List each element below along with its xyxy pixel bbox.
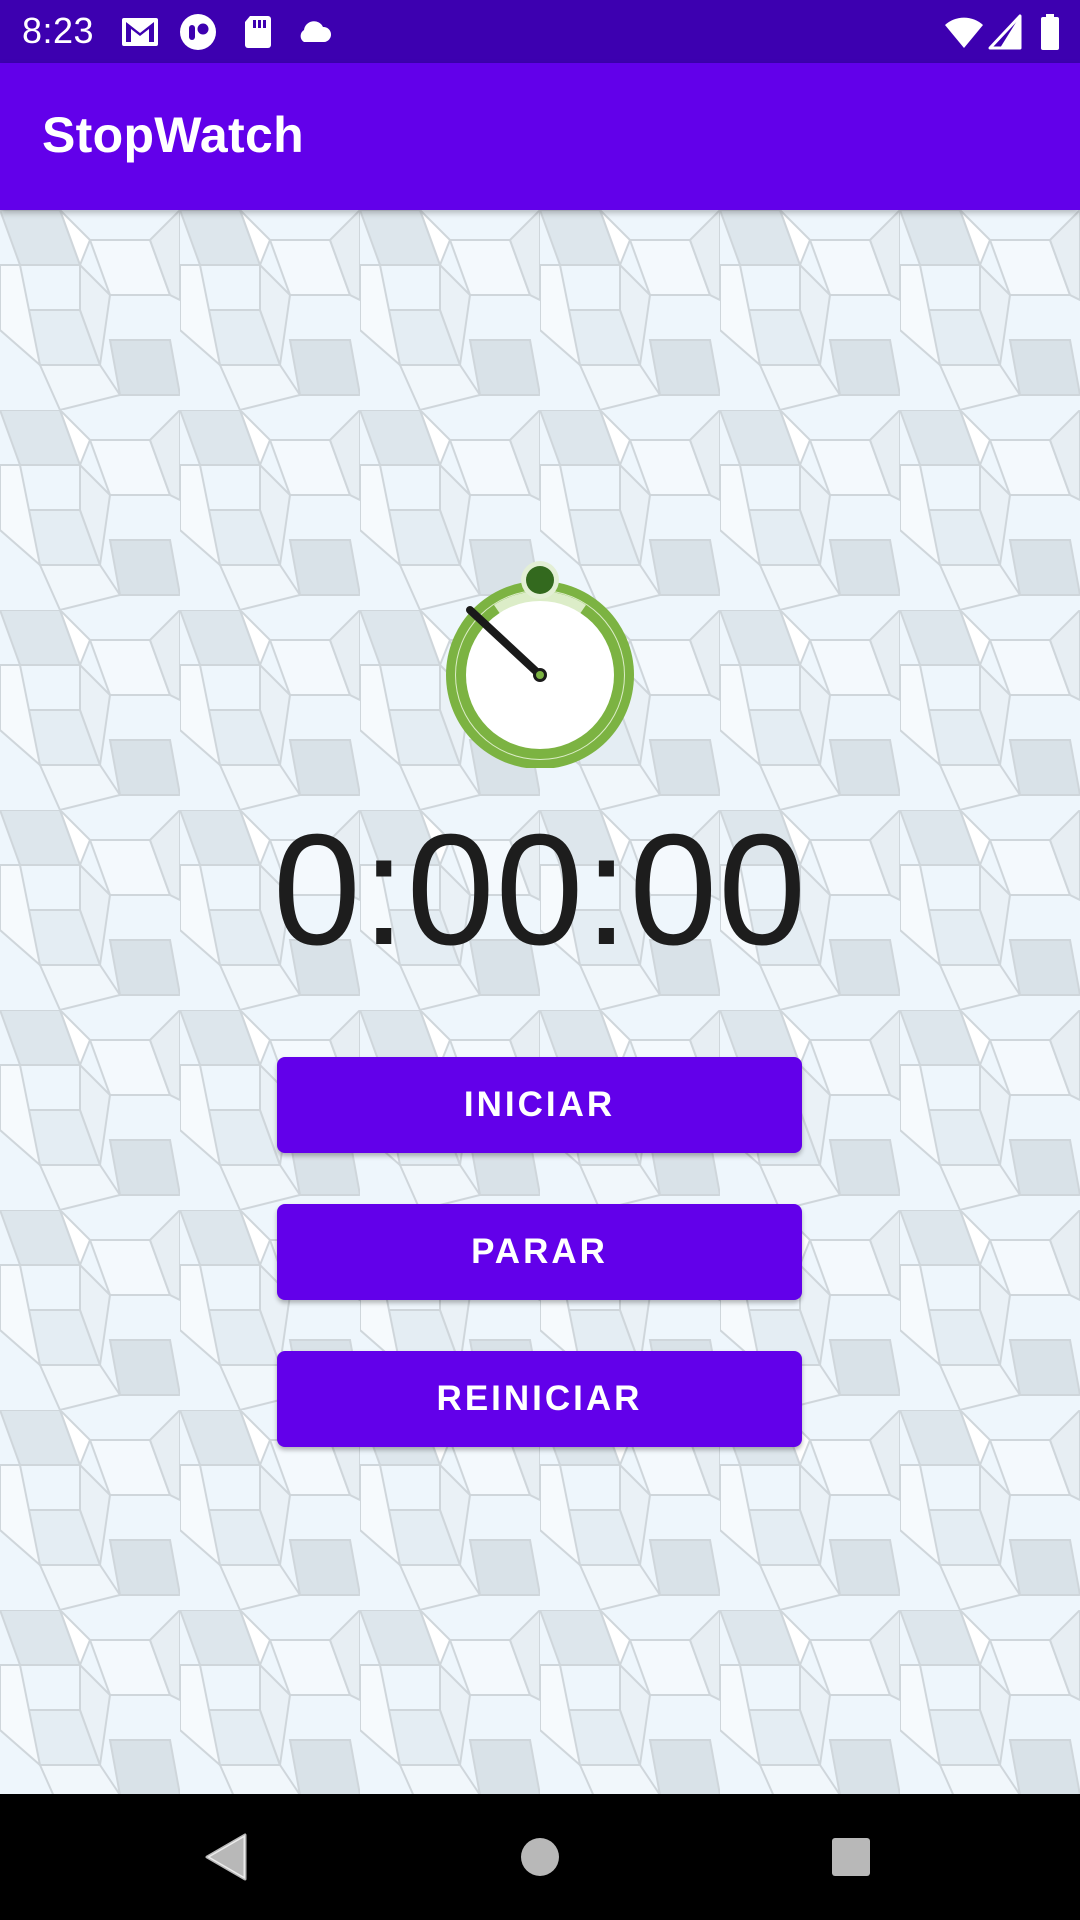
gmail-icon bbox=[122, 18, 158, 46]
back-icon[interactable] bbox=[185, 1817, 265, 1897]
navigation-bar bbox=[0, 1794, 1080, 1920]
stop-button[interactable]: PARAR bbox=[277, 1204, 802, 1300]
main-content: 0:00:00 INICIAR PARAR REINICIAR bbox=[0, 210, 1080, 1794]
home-icon[interactable] bbox=[500, 1817, 580, 1897]
time-display: 0:00:00 bbox=[272, 802, 808, 978]
sd-card-icon bbox=[245, 16, 271, 48]
cloud-icon bbox=[300, 21, 332, 42]
reset-button[interactable]: REINICIAR bbox=[277, 1351, 802, 1447]
wifi-icon bbox=[945, 17, 983, 48]
start-button[interactable]: INICIAR bbox=[277, 1057, 802, 1153]
recents-icon[interactable] bbox=[811, 1817, 891, 1897]
app-bar: StopWatch bbox=[0, 63, 1080, 210]
app-notification-icon bbox=[180, 14, 216, 50]
status-time: 8:23 bbox=[22, 10, 95, 51]
status-bar: 8:23 bbox=[0, 0, 1080, 63]
background-pattern bbox=[0, 210, 1080, 1794]
battery-icon bbox=[1041, 14, 1059, 50]
app-title: StopWatch bbox=[42, 107, 304, 163]
stopwatch-icon bbox=[446, 561, 634, 768]
cell-signal-icon bbox=[988, 14, 1022, 50]
